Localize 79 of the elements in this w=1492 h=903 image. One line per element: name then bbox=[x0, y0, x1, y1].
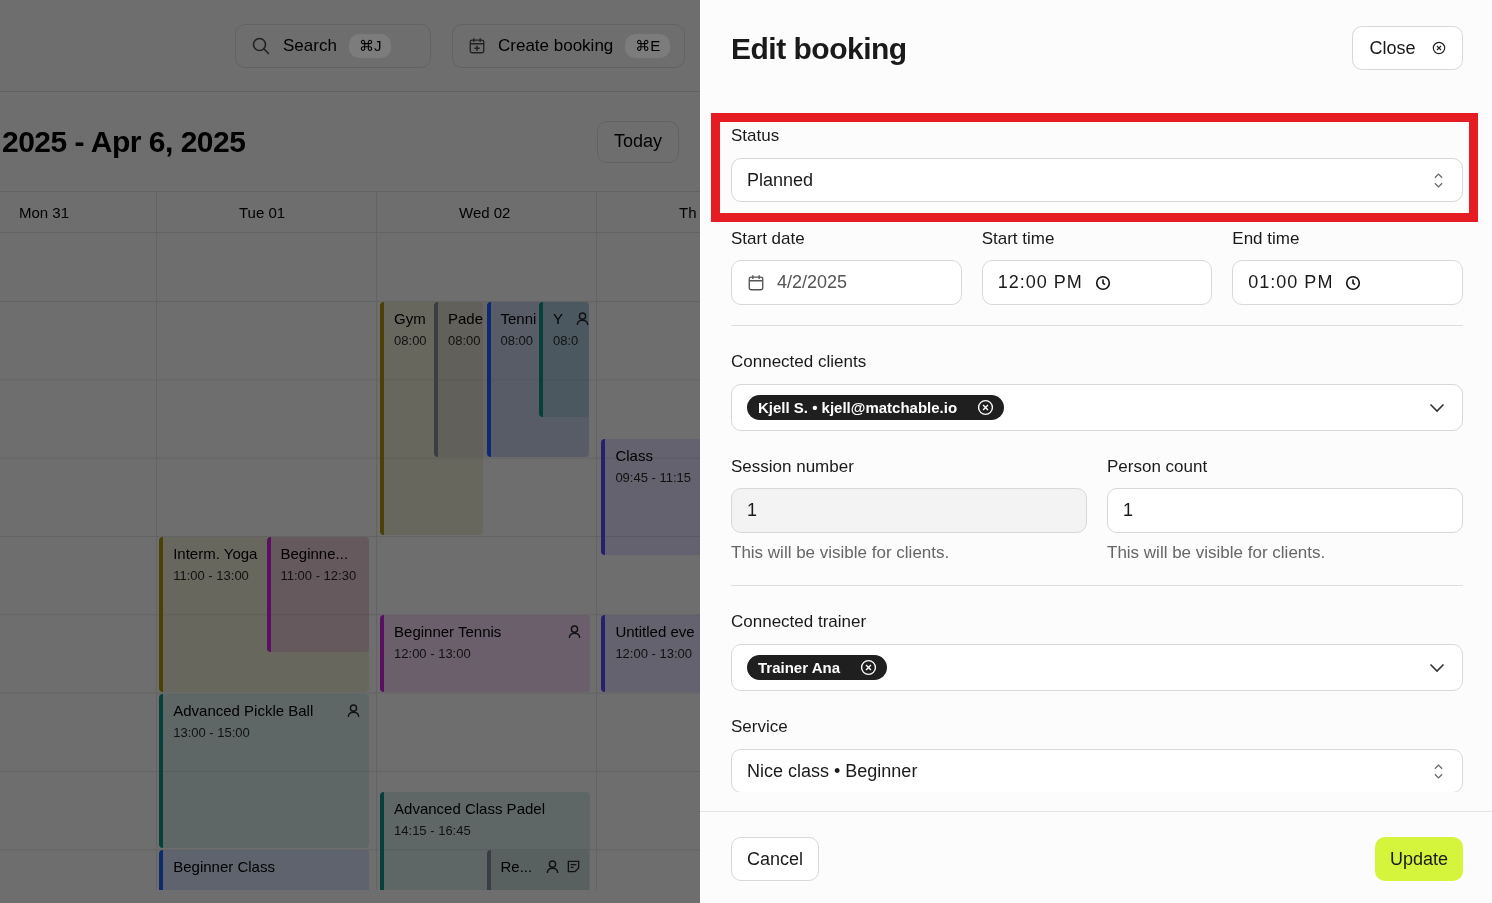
panel-title: Edit booking bbox=[731, 32, 907, 66]
event-title: Gym bbox=[394, 310, 426, 327]
field-label: Status bbox=[731, 125, 781, 147]
trainer-select[interactable]: Trainer Ana bbox=[731, 644, 1463, 691]
status-select[interactable]: Planned bbox=[731, 158, 1463, 202]
event-title: Pade bbox=[447, 310, 483, 327]
event-time: 11:00 - 12:30 bbox=[280, 568, 357, 583]
chevron-down-icon bbox=[1429, 402, 1445, 413]
event-title: Interm. Yoga bbox=[173, 545, 258, 562]
calendar-event[interactable]: Class 09:45 - 11:15 bbox=[601, 439, 700, 555]
search-icon bbox=[251, 35, 271, 56]
field-label: Connected clients bbox=[731, 351, 868, 373]
event-time: 12:00 - 13:00 bbox=[394, 646, 471, 662]
day-header: Mon 31 bbox=[19, 203, 70, 221]
field-label: Start date bbox=[731, 228, 806, 250]
today-button[interactable]: Today bbox=[597, 120, 680, 163]
time-field[interactable]: 12:00 PM bbox=[981, 260, 1213, 305]
field-hint: This will be visible for clients. bbox=[731, 543, 951, 563]
event-time: 08:00 bbox=[447, 333, 481, 348]
close-icon bbox=[1431, 41, 1446, 55]
clock-icon bbox=[1345, 274, 1362, 291]
event-time: 14:15 - 16:45 bbox=[394, 822, 471, 838]
field-label: Connected trainer bbox=[731, 611, 868, 633]
client-chip: Kjell S. • kjell@matchable.io bbox=[747, 395, 1005, 420]
event-title: Tenni bbox=[500, 310, 537, 327]
calendar-event[interactable]: Beginne... 11:00 - 12:30 bbox=[266, 537, 370, 653]
event-title: Advanced Pickle Ball bbox=[173, 701, 314, 719]
field-hint: This will be visible for clients. bbox=[1107, 543, 1327, 563]
close-button[interactable]: Close bbox=[1352, 26, 1463, 70]
number-field[interactable]: 1 bbox=[1107, 488, 1463, 533]
event-time: 08:00 bbox=[500, 333, 534, 348]
event-title: Re... bbox=[500, 858, 533, 876]
field-label: End time bbox=[1232, 228, 1301, 250]
event-time: 12:00 - 13:00 bbox=[615, 646, 692, 662]
number-field: 1 bbox=[731, 488, 1087, 533]
field-label: Person count bbox=[1107, 456, 1209, 478]
event-time: 08:00 bbox=[394, 333, 427, 348]
event-title: Y bbox=[553, 310, 564, 327]
calendar-event[interactable]: Re... bbox=[486, 850, 590, 890]
remove-icon[interactable] bbox=[977, 399, 995, 416]
search-button[interactable]: Search ⌘J bbox=[235, 23, 431, 68]
day-header: Tue 01 bbox=[239, 203, 286, 221]
event-title: Beginner Class bbox=[173, 858, 275, 876]
event-title: Class bbox=[615, 447, 653, 465]
calendar-event[interactable]: Beginner Tennis 12:00 - 13:00 bbox=[380, 615, 591, 692]
clock-icon bbox=[1094, 274, 1111, 291]
service-select[interactable]: Nice class • Beginner bbox=[731, 749, 1463, 792]
date-field[interactable]: 4/2/2025 bbox=[731, 260, 962, 305]
cancel-button[interactable]: Cancel bbox=[731, 837, 820, 881]
event-time: 08:0 bbox=[553, 333, 579, 348]
time-field[interactable]: 01:00 PM bbox=[1232, 260, 1463, 305]
field-label: Service bbox=[731, 716, 789, 738]
calendar-icon bbox=[747, 273, 765, 292]
chevron-down-icon bbox=[1429, 662, 1445, 673]
shortcut-badge: ⌘J bbox=[348, 33, 392, 58]
event-title: Advanced Class Padel bbox=[394, 799, 545, 817]
event-title: Beginner Tennis bbox=[394, 623, 502, 641]
chevron-up-down-icon bbox=[1433, 761, 1444, 781]
field-label: Start time bbox=[981, 228, 1056, 250]
clients-select[interactable]: Kjell S. • kjell@matchable.io bbox=[731, 384, 1463, 431]
remove-icon[interactable] bbox=[860, 659, 877, 676]
day-header: Th bbox=[679, 203, 697, 221]
calendar-event[interactable]: Y 08:0 bbox=[539, 302, 590, 418]
event-time: 13:00 - 15:00 bbox=[173, 724, 250, 740]
create-booking-button[interactable]: Create booking ⌘E bbox=[452, 23, 686, 68]
field-label: Session number bbox=[731, 456, 855, 478]
update-button[interactable]: Update bbox=[1374, 837, 1463, 881]
event-title: Beginne... bbox=[280, 545, 349, 562]
trainer-chip: Trainer Ana bbox=[747, 655, 887, 680]
event-title: Untitled eve bbox=[615, 623, 695, 641]
event-time: 09:45 - 11:15 bbox=[615, 470, 692, 486]
calendar-plus-icon bbox=[468, 36, 486, 55]
calendar-event[interactable]: Advanced Pickle Ball 13:00 - 15:00 bbox=[159, 693, 370, 849]
date-range-title: 2025 - Apr 6, 2025 bbox=[2, 124, 247, 159]
day-header: Wed 02 bbox=[459, 203, 511, 221]
shortcut-badge: ⌘E bbox=[625, 33, 671, 58]
chevron-up-down-icon bbox=[1433, 170, 1444, 190]
event-time: 11:00 - 13:00 bbox=[173, 568, 249, 583]
calendar-event[interactable]: Beginner Class bbox=[159, 850, 370, 890]
